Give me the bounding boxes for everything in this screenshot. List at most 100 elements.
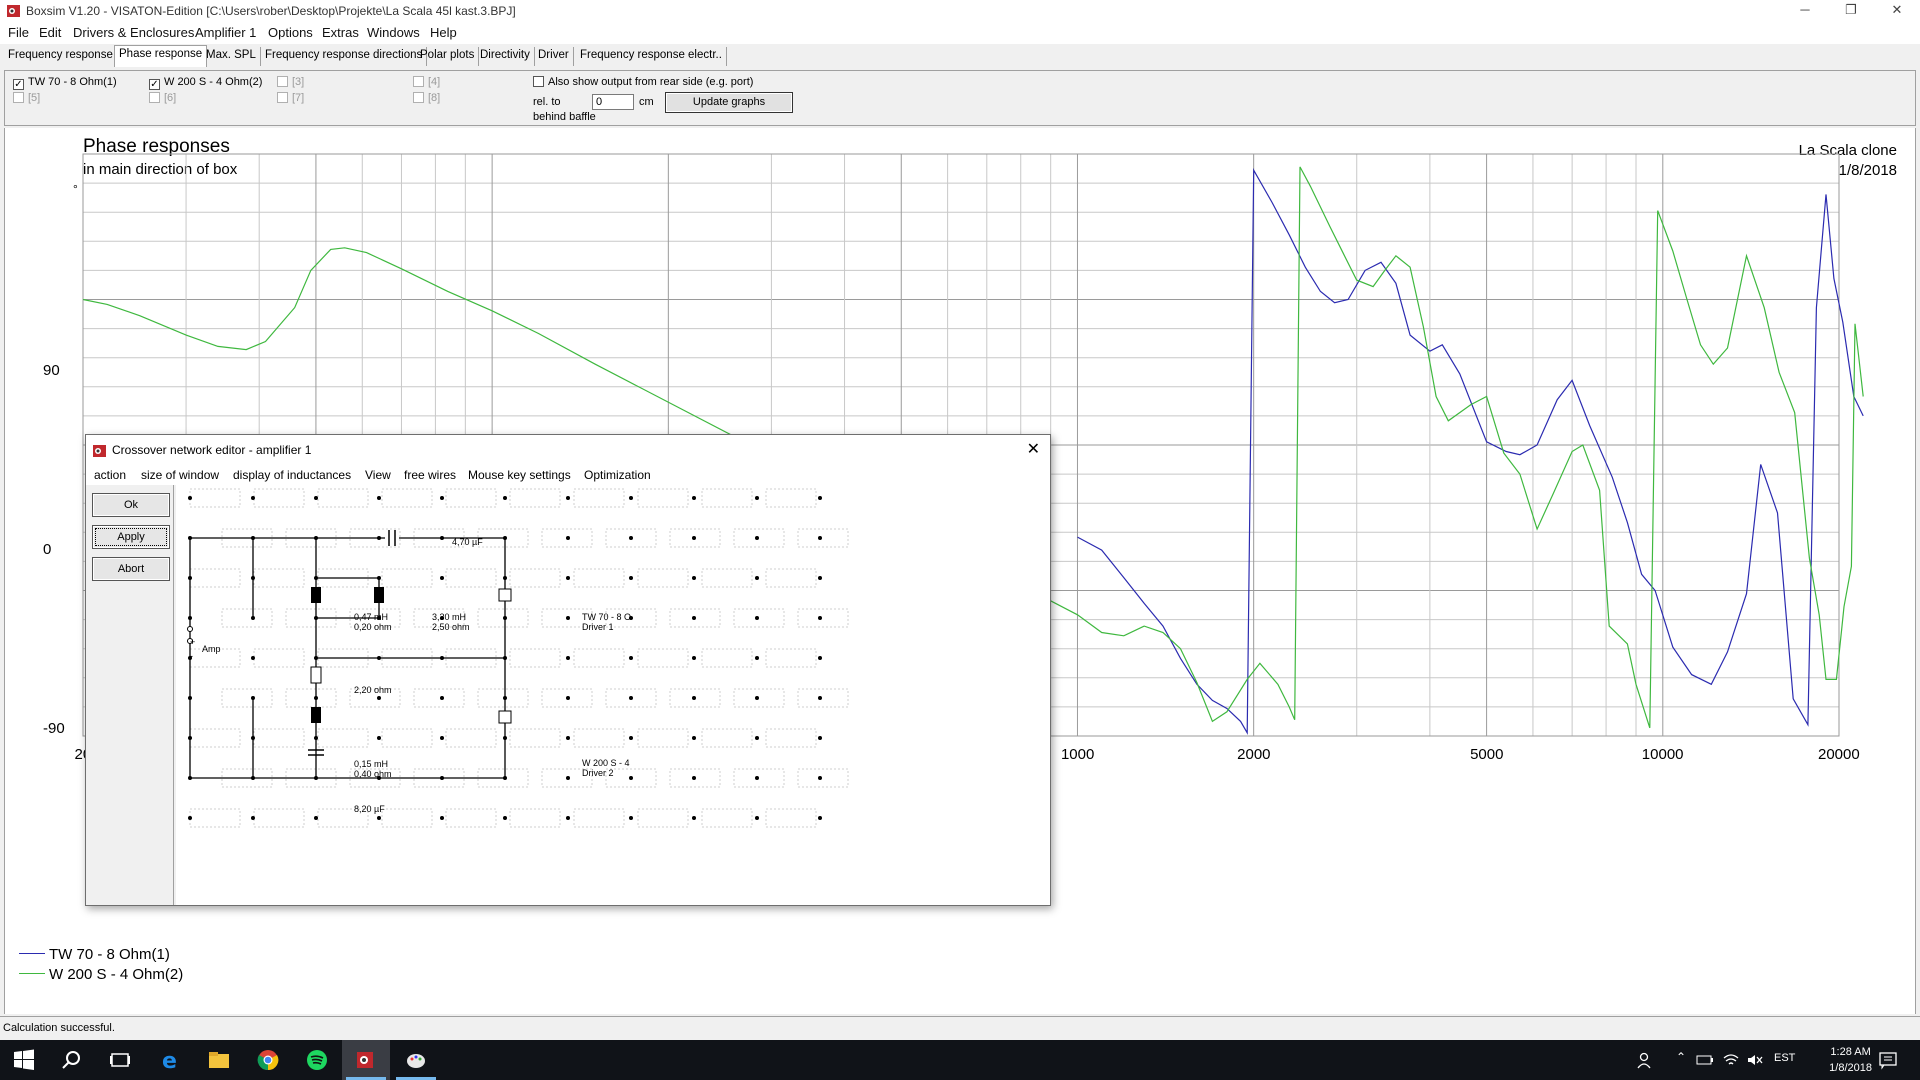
title-bar: Boxsim V1.20 - VISATON-Edition [C:\Users…: [0, 0, 1920, 22]
legend-item-w200: W 200 S - 4 Ohm(2): [19, 966, 183, 983]
crossover-schematic[interactable]: [176, 485, 1050, 905]
driver-checkbox-8[interactable]: [8]: [413, 92, 440, 104]
maximize-button[interactable]: ❐: [1828, 0, 1874, 22]
volume-muted-icon[interactable]: [1746, 1052, 1764, 1068]
placeholder-slot: [509, 648, 561, 668]
x-tick-label: 10000: [1641, 746, 1684, 763]
dialog-menu-optimization[interactable]: Optimization: [584, 468, 651, 482]
driver-checkbox-4[interactable]: [4]: [413, 76, 440, 88]
dialog-menu-action[interactable]: action: [94, 468, 126, 482]
file-explorer-icon[interactable]: [207, 1048, 231, 1072]
wifi-icon[interactable]: [1722, 1052, 1740, 1068]
grid-node: [566, 496, 570, 500]
grid-node: [818, 496, 822, 500]
chrome-icon[interactable]: [256, 1048, 280, 1072]
driver-checkbox-6[interactable]: [6]: [149, 92, 176, 104]
dialog-menu-display-of-inductances[interactable]: display of inductances: [233, 468, 351, 482]
apply-button[interactable]: Apply: [92, 525, 170, 549]
rear-distance-input[interactable]: 0: [592, 94, 634, 110]
start-icon[interactable]: [12, 1048, 36, 1072]
placeholder-slot: [285, 688, 337, 708]
boxsim-icon[interactable]: [354, 1048, 378, 1072]
grid-node: [818, 736, 822, 740]
driver-checkbox-3[interactable]: [3]: [277, 76, 304, 88]
chevron-up-icon[interactable]: ⌃: [1676, 1050, 1686, 1064]
status-text: Calculation successful.: [3, 1022, 115, 1034]
grid-node: [692, 496, 696, 500]
grid-node: [755, 656, 759, 660]
tab-directivity[interactable]: Directivity: [476, 47, 535, 66]
grid-node: [440, 696, 444, 700]
tab-frequency-response[interactable]: Frequency response: [4, 47, 118, 66]
menu-edit[interactable]: Edit: [39, 25, 61, 40]
crossover-schematic-canvas[interactable]: 4,70 µF 0,47 mH 0,20 ohm 3,30 mH 2,50 oh…: [176, 485, 1050, 905]
tab-phase-response[interactable]: Phase response: [114, 45, 208, 67]
grid-node: [755, 616, 759, 620]
rear-output-checkbox[interactable]: Also show output from rear side (e.g. po…: [533, 76, 753, 88]
tab-polar-plots[interactable]: Polar plots: [416, 47, 480, 66]
grid-node: [818, 776, 822, 780]
notifications-icon[interactable]: [1878, 1050, 1898, 1070]
minimize-button[interactable]: ─: [1782, 0, 1828, 22]
close-button[interactable]: ✕: [1874, 0, 1920, 22]
menu-drivers-enclosures[interactable]: Drivers & Enclosures: [73, 25, 194, 40]
menu-amplifier[interactable]: Amplifier 1: [195, 25, 256, 40]
placeholder-slot: [445, 488, 497, 508]
paint-icon[interactable]: [404, 1048, 428, 1072]
system-clock[interactable]: 1:28 AM 1/8/2018: [1829, 1044, 1872, 1076]
people-icon[interactable]: [1636, 1050, 1656, 1070]
driver-checkbox-2[interactable]: ✓ W 200 S - 4 Ohm(2): [149, 76, 262, 90]
grid-node: [440, 576, 444, 580]
update-graphs-button[interactable]: Update graphs: [665, 92, 793, 113]
driver-2-label: W 200 S - 4: [582, 758, 630, 768]
checkbox-icon: [277, 76, 288, 87]
placeholder-slot: [317, 728, 369, 748]
tab-frequency-response-electrical[interactable]: Frequency response electr..: [576, 47, 727, 66]
spotify-icon[interactable]: [305, 1048, 329, 1072]
checkbox-icon: [413, 92, 424, 103]
menu-windows[interactable]: Windows: [367, 25, 420, 40]
abort-button[interactable]: Abort: [92, 557, 170, 581]
tab-frequency-response-directions[interactable]: Frequency response directions: [261, 47, 428, 66]
menu-extras[interactable]: Extras: [322, 25, 359, 40]
grid-node: [566, 736, 570, 740]
grid-node: [818, 696, 822, 700]
windows-taskbar: e ⌃ EST 1:28 AM 1/8/2018: [0, 1040, 1920, 1080]
grid-node: [755, 696, 759, 700]
view-tabs: Frequency response Phase response Max. S…: [0, 44, 1920, 68]
dialog-menu-view[interactable]: View: [365, 468, 391, 482]
dialog-menu-free-wires[interactable]: free wires: [404, 468, 456, 482]
grid-node: [566, 776, 570, 780]
menu-options[interactable]: Options: [268, 25, 313, 40]
dialog-menu-size-of-window[interactable]: size of window: [141, 468, 219, 482]
search-icon[interactable]: [60, 1048, 84, 1072]
driver-checkbox-7[interactable]: [7]: [277, 92, 304, 104]
grid-node: [692, 816, 696, 820]
dialog-menu-mouse-key-settings[interactable]: Mouse key settings: [468, 468, 571, 482]
ok-button[interactable]: Ok: [92, 493, 170, 517]
grid-node: [377, 696, 381, 700]
capacitor-gap: [385, 531, 399, 545]
menu-file[interactable]: File: [8, 25, 29, 40]
grid-node: [629, 776, 633, 780]
menu-help[interactable]: Help: [430, 25, 457, 40]
battery-icon[interactable]: [1696, 1052, 1714, 1068]
input-language[interactable]: EST: [1774, 1052, 1795, 1064]
behind-baffle-label: behind baffle: [533, 111, 596, 123]
driver-1-label: TW 70 - 8 O: [582, 612, 632, 622]
driver-checkbox-1[interactable]: ✓ TW 70 - 8 Ohm(1): [13, 76, 117, 90]
dialog-menu-bar: action size of window display of inducta…: [86, 465, 1050, 485]
tab-max-spl[interactable]: Max. SPL: [202, 47, 261, 66]
x-tick-label: 20000: [1818, 746, 1860, 763]
driver-checkbox-5[interactable]: [5]: [13, 92, 40, 104]
y-tick-label: 0: [43, 541, 52, 558]
dialog-close-button[interactable]: ✕: [1027, 439, 1040, 459]
edge-icon[interactable]: e: [159, 1048, 183, 1072]
tab-driver[interactable]: Driver: [534, 47, 574, 66]
placeholder-slot: [509, 808, 561, 828]
placeholder-slot: [701, 568, 753, 588]
grid-node: [566, 576, 570, 580]
task-view-icon[interactable]: [108, 1048, 132, 1072]
inductor-resistance-label: 2,50 ohm: [432, 622, 470, 632]
placeholder-slot: [221, 688, 273, 708]
